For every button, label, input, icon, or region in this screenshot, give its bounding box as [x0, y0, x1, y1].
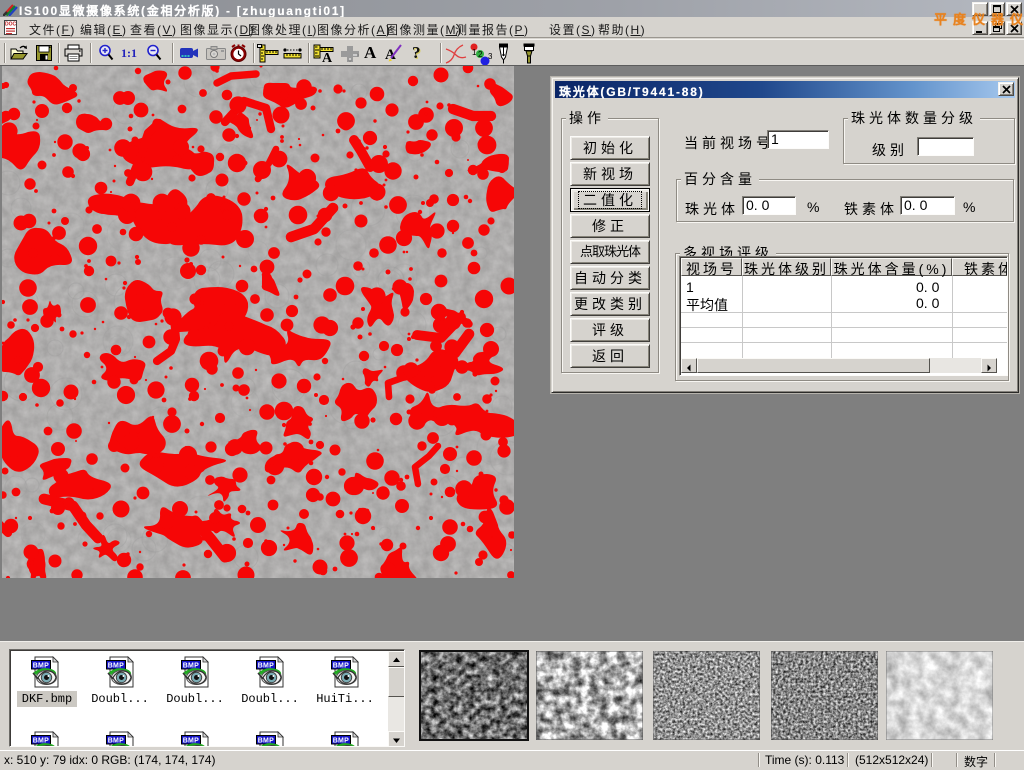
svg-text:DOC: DOC [5, 22, 17, 28]
svg-text:A: A [322, 51, 333, 63]
svg-text:3: 3 [488, 52, 492, 61]
svg-text:1: 1 [472, 48, 477, 57]
